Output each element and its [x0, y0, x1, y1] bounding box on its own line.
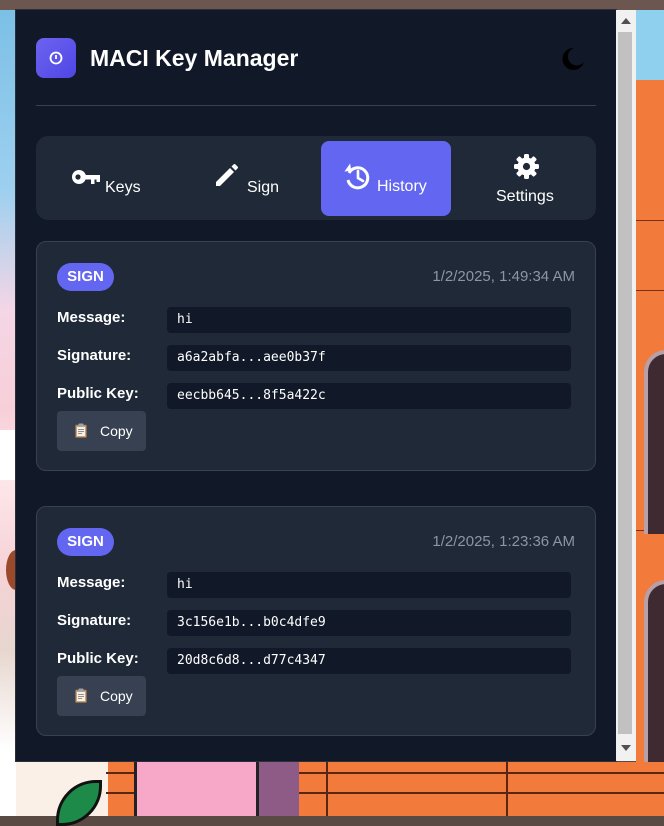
extension-popup: MACI Key Manager Keys Sign History Setti…	[16, 10, 616, 761]
tab-sign[interactable]: Sign	[177, 141, 307, 216]
tab-keys[interactable]: Keys	[41, 141, 171, 216]
tab-bar: Keys Sign History Settings	[36, 136, 596, 220]
signature-label: Signature:	[57, 612, 132, 629]
entry-type-badge: SIGN	[57, 263, 114, 291]
clipboard-icon	[75, 688, 87, 703]
copy-button-label: Copy	[100, 423, 133, 439]
popup-scrollbar[interactable]	[616, 10, 636, 761]
app-logo	[36, 38, 76, 78]
header-divider	[36, 105, 596, 106]
tab-history-label: History	[377, 178, 427, 195]
message-value: hi	[167, 572, 571, 598]
public-key-label: Public Key:	[57, 385, 139, 402]
copy-button-label: Copy	[100, 688, 133, 704]
entry-timestamp: 1/2/2025, 1:23:36 AM	[432, 533, 575, 550]
tab-sign-label: Sign	[247, 179, 280, 196]
page-background-right	[636, 10, 664, 816]
gear-icon	[514, 154, 539, 179]
browser-background-top	[0, 0, 664, 10]
header: MACI Key Manager	[36, 38, 596, 78]
app-title: MACI Key Manager	[90, 45, 299, 71]
entry-timestamp: 1/2/2025, 1:49:34 AM	[432, 268, 575, 285]
message-label: Message:	[57, 574, 126, 591]
signature-label: Signature:	[57, 347, 132, 364]
copy-button[interactable]: Copy	[57, 676, 146, 716]
key-icon	[72, 170, 100, 184]
history-entry: SIGN 1/2/2025, 1:23:36 AM Message: hi Si…	[36, 506, 596, 736]
clipboard-icon	[75, 423, 87, 438]
signature-value: 3c156e1b...b0c4dfe9	[167, 610, 571, 636]
moon-icon	[562, 47, 584, 70]
history-entry: SIGN 1/2/2025, 1:49:34 AM Message: hi Si…	[36, 241, 596, 471]
tab-settings-label: Settings	[496, 188, 554, 205]
page-background-left	[0, 10, 26, 816]
message-label: Message:	[57, 309, 126, 326]
tab-keys-label: Keys	[105, 179, 141, 196]
copy-button[interactable]: Copy	[57, 411, 146, 451]
scroll-up-arrow-icon[interactable]	[621, 18, 631, 24]
theme-toggle-button[interactable]	[554, 40, 590, 76]
entry-type-badge: SIGN	[57, 528, 114, 556]
message-value: hi	[167, 307, 571, 333]
tab-settings[interactable]: Settings	[461, 141, 591, 216]
public-key-value: eecbb645...8f5a422c	[167, 383, 571, 409]
tab-history[interactable]: History	[321, 141, 451, 216]
scrollbar-thumb[interactable]	[618, 32, 632, 734]
public-key-label: Public Key:	[57, 650, 139, 667]
signature-value: a6a2abfa...aee0b37f	[167, 345, 571, 371]
page-background-bottom	[16, 762, 664, 826]
history-icon	[344, 163, 370, 190]
info-icon	[49, 51, 63, 65]
public-key-value: 20d8c6d8...d77c4347	[167, 648, 571, 674]
pencil-icon	[216, 164, 238, 186]
scroll-down-arrow-icon[interactable]	[621, 745, 631, 751]
